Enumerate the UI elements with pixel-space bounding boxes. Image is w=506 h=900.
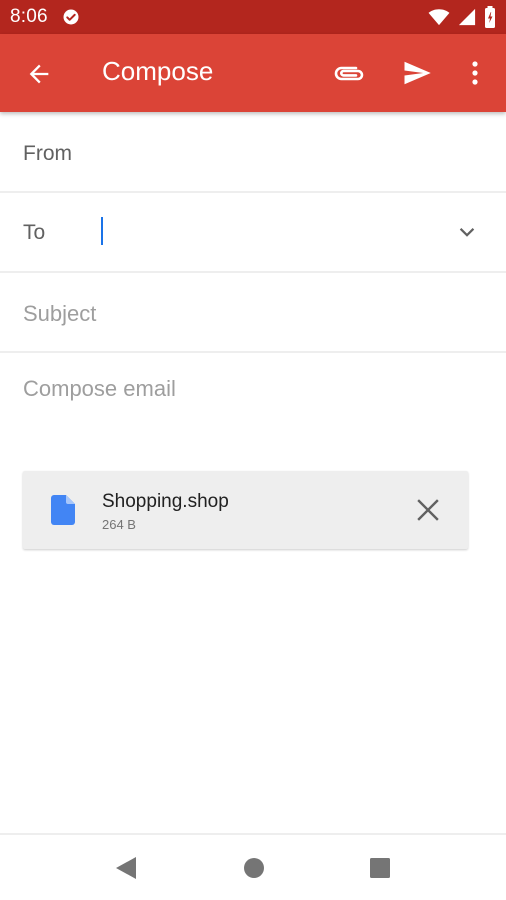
attachment-card[interactable]: Shopping.shop 264 B (23, 471, 468, 549)
compose-body-placeholder[interactable]: Compose email (23, 376, 176, 402)
nav-recents-icon[interactable] (369, 857, 391, 879)
file-icon (51, 495, 75, 525)
paperclip-icon[interactable] (332, 60, 366, 88)
app-bar: Compose (0, 34, 506, 112)
send-icon[interactable] (400, 58, 434, 88)
subject-placeholder: Subject (23, 301, 97, 326)
battery-icon (485, 6, 495, 28)
text-cursor (101, 217, 103, 245)
more-vert-icon[interactable] (464, 58, 486, 88)
system-nav-bar (0, 833, 506, 900)
subject-field[interactable]: Subject (0, 273, 506, 353)
attachment-size: 264 B (102, 517, 136, 532)
from-label: From (23, 142, 72, 165)
status-bar: 8:06 (0, 0, 506, 34)
close-icon[interactable] (415, 497, 441, 523)
check-circle-icon (63, 9, 79, 25)
cell-signal-icon (458, 8, 476, 26)
chevron-down-icon[interactable] (456, 221, 478, 243)
status-icons (428, 6, 496, 28)
attachment-name: Shopping.shop (102, 491, 229, 512)
from-field[interactable]: From (0, 113, 506, 193)
page-title: Compose (102, 56, 214, 86)
status-time: 8:06 (10, 6, 48, 27)
nav-home-icon[interactable] (243, 857, 265, 879)
to-label: To (23, 221, 46, 244)
back-arrow-icon[interactable] (24, 60, 54, 88)
to-field[interactable]: To (0, 193, 506, 273)
nav-back-icon[interactable] (114, 855, 138, 881)
wifi-icon (428, 9, 450, 26)
